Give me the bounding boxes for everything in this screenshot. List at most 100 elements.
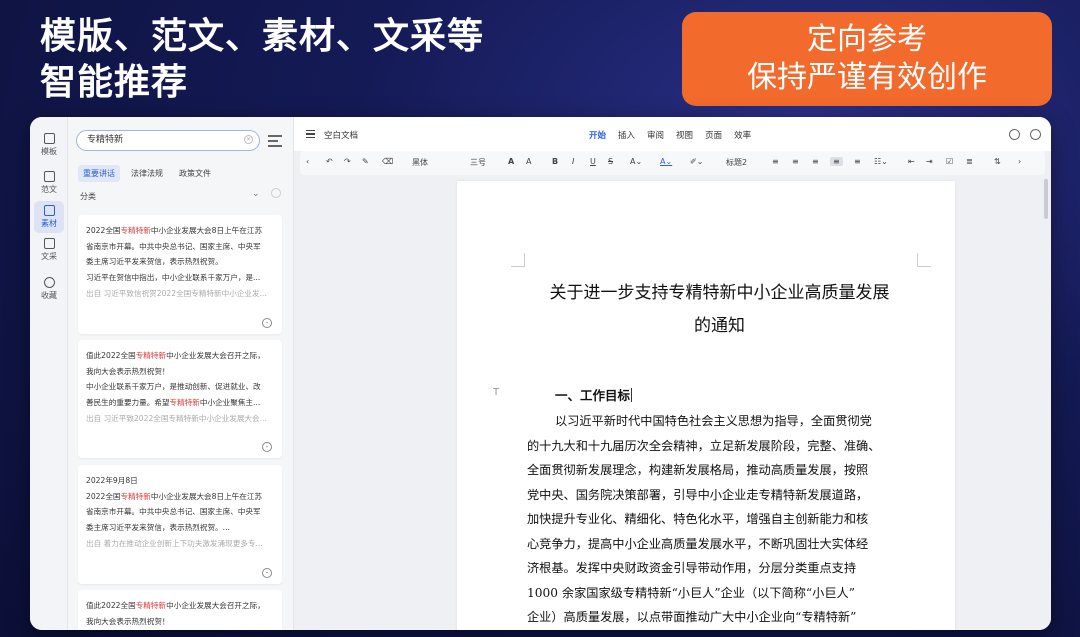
- section-heading: 一、工作目标: [555, 388, 633, 403]
- tab-laws[interactable]: 法律法规: [126, 165, 168, 182]
- scroll-left-icon[interactable]: ‹: [306, 157, 309, 166]
- card-line: 我向大会表示热烈祝贺！: [86, 616, 170, 626]
- checkbox-icon[interactable]: ☑: [946, 157, 953, 166]
- collaborate-icon[interactable]: [1009, 129, 1020, 140]
- text-cursor: [631, 388, 633, 402]
- filter-icon[interactable]: [268, 135, 282, 147]
- bold-icon[interactable]: B: [552, 157, 558, 166]
- clear-format-icon[interactable]: ⌫: [382, 157, 393, 166]
- body-line: 以习近平新时代中国特色社会主义思想为指导，全面贯彻党: [555, 414, 872, 428]
- card-source: 出自 习近平致2022全国专精特新中小企业发展大会...: [86, 414, 267, 423]
- document-name[interactable]: 空白文档: [324, 129, 358, 141]
- title-line-1: 关于进一步支持专精特新中小企业高质量发展: [549, 283, 890, 303]
- card-line: 省南京市开幕。中共中央总书记、国家主席、中央军: [86, 507, 261, 516]
- highlight-icon[interactable]: ✐⌄: [690, 157, 703, 166]
- shrink-font-icon[interactable]: A: [526, 157, 531, 166]
- sample-essay-icon: [43, 171, 55, 182]
- format-toolbar: ‹ ↶ ↷ ✎ ⌫ 黑体 三号 A A B I U S A⌄ A⌄ ✐⌄ 标题2…: [300, 151, 1045, 175]
- vertical-scrollbar[interactable]: [1044, 179, 1048, 219]
- font-size-select[interactable]: 三号: [470, 157, 486, 168]
- superscript-icon[interactable]: A⌄: [630, 157, 642, 166]
- align-left-icon[interactable]: ≡: [772, 157, 779, 166]
- tab-insert[interactable]: 插入: [618, 129, 635, 141]
- promo-line-1: 定向参考: [807, 22, 927, 57]
- body-line: 心竞争力，提高中小企业高质量发展水平，不断巩固壮大实体经: [527, 536, 869, 551]
- redo-icon[interactable]: ↷: [344, 157, 351, 166]
- strikethrough-icon[interactable]: S: [608, 157, 613, 166]
- result-card[interactable]: 值此2022全国专精特新中小企业发展大会召开之际， 我向大会表示热烈祝贺！ 中小…: [78, 340, 282, 458]
- increase-indent-icon[interactable]: ⇥: [926, 157, 933, 166]
- tab-start[interactable]: 开始: [589, 129, 606, 141]
- rail-item-label: 模板: [41, 147, 57, 156]
- bullet-list-icon[interactable]: ☷⌄: [874, 157, 888, 166]
- headline: 模版、范文、素材、文采等 智能推荐: [40, 14, 484, 106]
- sort-icon[interactable]: ⇅: [994, 157, 1001, 166]
- promo-line-2: 保持严谨有效创作: [747, 60, 987, 95]
- refresh-icon[interactable]: [271, 188, 281, 198]
- style-select[interactable]: 标题2: [726, 157, 747, 168]
- clear-icon[interactable]: ×: [244, 135, 253, 144]
- underline-icon[interactable]: U: [590, 157, 596, 166]
- ribbon-tabs: 开始 插入 审阅 视图 页面 效率: [589, 129, 751, 141]
- grow-font-icon[interactable]: A: [508, 157, 514, 166]
- result-card[interactable]: 2022年9月8日 2022全国专精特新中小企业发展大会8日上午在江苏 省南京市…: [78, 465, 282, 584]
- tab-important-speeches[interactable]: 重要讲话: [78, 165, 120, 182]
- justify-icon[interactable]: ≡: [830, 157, 843, 166]
- tab-review[interactable]: 审阅: [647, 129, 664, 141]
- expand-icon[interactable]: -: [262, 442, 272, 452]
- menu-bar: 空白文档 开始 插入 审阅 视图 页面 效率: [294, 117, 1051, 151]
- material-tabs: 重要讲话 法律法规 政策文件: [78, 165, 216, 182]
- page-corner-mark: [917, 253, 931, 267]
- document-title: 关于进一步支持专精特新中小企业高质量发展 的通知: [517, 277, 922, 343]
- card-source: 出自 着力在推动企业创新上下功夫激发涌现更多专...: [86, 539, 263, 548]
- scroll-right-icon[interactable]: ›: [1018, 157, 1021, 166]
- rail-item-material[interactable]: 素材: [34, 201, 64, 233]
- format-painter-icon[interactable]: ✎: [362, 157, 369, 166]
- document-editor: 空白文档 开始 插入 审阅 视图 页面 效率 ‹ ↶ ↷ ✎ ⌫ 黑体 三号 A: [294, 117, 1051, 630]
- result-card[interactable]: 2022全国专精特新中小企业发展大会8日上午在江苏 省南京市开幕。中共中央总书记…: [78, 215, 282, 334]
- card-line: 委主席习近平发来贺信，表示热烈祝贺。: [86, 257, 223, 266]
- card-line: 我向大会表示热烈祝贺！: [86, 366, 170, 376]
- search-input[interactable]: 专精特新 ×: [76, 130, 260, 151]
- italic-icon[interactable]: I: [572, 157, 574, 166]
- menu-icon[interactable]: [306, 130, 315, 138]
- distributed-align-icon[interactable]: ≡: [854, 157, 861, 166]
- align-center-icon[interactable]: ≡: [792, 157, 799, 166]
- expand-icon[interactable]: -: [262, 318, 272, 328]
- card-line: 省南京市开幕。中共中央总书记、国家主席、中央军: [86, 241, 261, 251]
- expand-icon[interactable]: -: [262, 568, 272, 578]
- tab-page[interactable]: 页面: [705, 129, 722, 141]
- category-select[interactable]: 分类: [80, 191, 96, 202]
- card-line: 值此2022全国专精特新中小企业发展大会召开之际，: [86, 601, 265, 610]
- left-rail: 模板 范文 素材 文采 收藏: [30, 117, 68, 630]
- line-spacing-icon[interactable]: ≣: [966, 157, 973, 166]
- rail-item-literary[interactable]: 文采: [34, 234, 64, 266]
- body-line: 党中央、国务院决策部署，引导中小企业走专精特新发展道路，: [527, 487, 869, 502]
- card-line: 2022全国专精特新中小企业发展大会8日上午在江苏: [86, 491, 263, 501]
- app-window: 模板 范文 素材 文采 收藏 专精特新 × 重要讲话 法律法规 政策文件 分类 …: [30, 117, 1051, 630]
- tab-policy-docs[interactable]: 政策文件: [174, 165, 216, 182]
- headline-line-1: 模版、范文、素材、文采等: [40, 16, 485, 57]
- page-corner-mark: [511, 253, 525, 267]
- chevron-down-icon[interactable]: ⌄: [252, 189, 260, 199]
- tab-efficiency[interactable]: 效率: [734, 129, 751, 141]
- rail-item-label: 文采: [41, 252, 57, 261]
- body-line: 全面贯彻新发展理念，构建新发展格局，推动高质量发展，按照: [527, 463, 869, 477]
- rail-item-template[interactable]: 模板: [34, 129, 64, 161]
- cloud-icon[interactable]: [1030, 129, 1041, 140]
- rail-item-favorite[interactable]: 收藏: [34, 273, 64, 305]
- undo-icon[interactable]: ↶: [326, 157, 333, 166]
- document-page[interactable]: 关于进一步支持专精特新中小企业高质量发展 的通知 T 一、工作目标 以习近平新时…: [457, 181, 955, 630]
- card-line: 中小企业联系千家万户，是推动创新、促进就业、改: [86, 382, 261, 391]
- decrease-indent-icon[interactable]: ⇤: [908, 157, 915, 166]
- rail-item-sample-essay[interactable]: 范文: [34, 167, 64, 199]
- card-line: 2022全国专精特新中小企业发展大会8日上午在江苏: [86, 226, 263, 235]
- material-icon: [43, 205, 55, 216]
- font-family-select[interactable]: 黑体: [412, 157, 428, 168]
- align-right-icon[interactable]: ≡: [812, 157, 819, 166]
- tab-view[interactable]: 视图: [676, 129, 693, 141]
- font-color-icon[interactable]: A⌄: [660, 157, 672, 166]
- rail-item-label: 收藏: [41, 291, 57, 300]
- result-card[interactable]: 值此2022全国专精特新中小企业发展大会召开之际， 我向大会表示热烈祝贺！: [78, 590, 282, 630]
- body-line: 济根基。发挥中央财政资金引导带动作用，分层分类重点支持: [527, 561, 857, 575]
